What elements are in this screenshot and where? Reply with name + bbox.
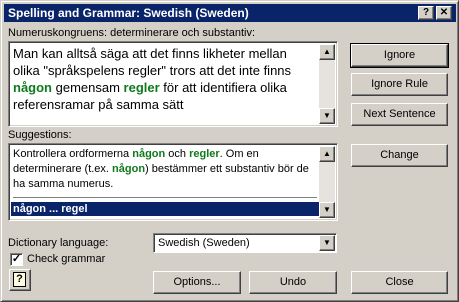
- sentence-scrollbar[interactable]: ▲ ▼: [319, 44, 335, 124]
- help-icon[interactable]: ?: [418, 6, 434, 20]
- sentence-part: gemensam: [52, 80, 124, 95]
- sentence-box[interactable]: Man kan alltså säga att det finns likhet…: [8, 41, 338, 127]
- dictionary-language-select[interactable]: Swedish (Sweden) ▼: [153, 233, 337, 253]
- suggestion-explanation: Kontrollera ordformerna någon och regler…: [13, 147, 313, 192]
- check-grammar-label: Check grammar: [27, 253, 106, 265]
- close-icon[interactable]: ✕: [436, 6, 452, 20]
- options-button[interactable]: Options...: [153, 271, 241, 294]
- scroll-down-icon[interactable]: ▼: [319, 202, 335, 218]
- question-icon: ?: [13, 272, 26, 287]
- check-grammar-checkbox[interactable]: ✓: [10, 253, 23, 266]
- scroll-down-icon[interactable]: ▼: [319, 108, 335, 124]
- sentence-part: Man kan alltså säga att det finns likhet…: [13, 46, 292, 78]
- close-button[interactable]: Close: [351, 271, 448, 294]
- suggestion-word: någon: [132, 148, 166, 160]
- window-title: Spelling and Grammar: Swedish (Sweden): [8, 6, 249, 20]
- ignore-button[interactable]: Ignore: [350, 43, 449, 68]
- flagged-word: någon: [13, 80, 52, 95]
- suggestion-word: någon: [112, 163, 146, 175]
- dictionary-language-label: Dictionary language:: [8, 237, 109, 249]
- suggestions-label: Suggestions:: [8, 129, 72, 141]
- title-bar[interactable]: Spelling and Grammar: Swedish (Sweden) ?…: [4, 4, 456, 22]
- suggestion-part: och: [165, 148, 190, 160]
- suggestion-word: regler: [189, 148, 220, 160]
- suggestions-list[interactable]: Kontrollera ordformerna någon och regler…: [8, 143, 338, 221]
- scroll-up-icon[interactable]: ▲: [319, 44, 335, 60]
- next-sentence-button[interactable]: Next Sentence: [351, 103, 448, 126]
- spelling-grammar-dialog: Spelling and Grammar: Swedish (Sweden) ?…: [0, 0, 459, 302]
- undo-button[interactable]: Undo: [249, 271, 337, 294]
- office-assistant-button[interactable]: ?: [9, 269, 31, 291]
- suggestion-part: Kontrollera ordformerna: [13, 148, 133, 160]
- sentence-text[interactable]: Man kan alltså säga att det finns likhet…: [13, 45, 313, 113]
- change-button[interactable]: Change: [351, 144, 448, 167]
- suggestions-scrollbar[interactable]: ▲ ▼: [319, 146, 335, 218]
- chevron-down-icon[interactable]: ▼: [319, 235, 335, 251]
- suggestion-divider: [13, 197, 317, 198]
- ignore-rule-button[interactable]: Ignore Rule: [351, 73, 448, 96]
- scroll-up-icon[interactable]: ▲: [319, 146, 335, 162]
- selected-suggestion[interactable]: någon ... regel: [11, 202, 319, 216]
- flagged-word: regler: [123, 80, 160, 95]
- problem-label: Numeruskongruens: determinerare och subs…: [8, 27, 256, 39]
- dictionary-language-value: Swedish (Sweden): [158, 237, 250, 249]
